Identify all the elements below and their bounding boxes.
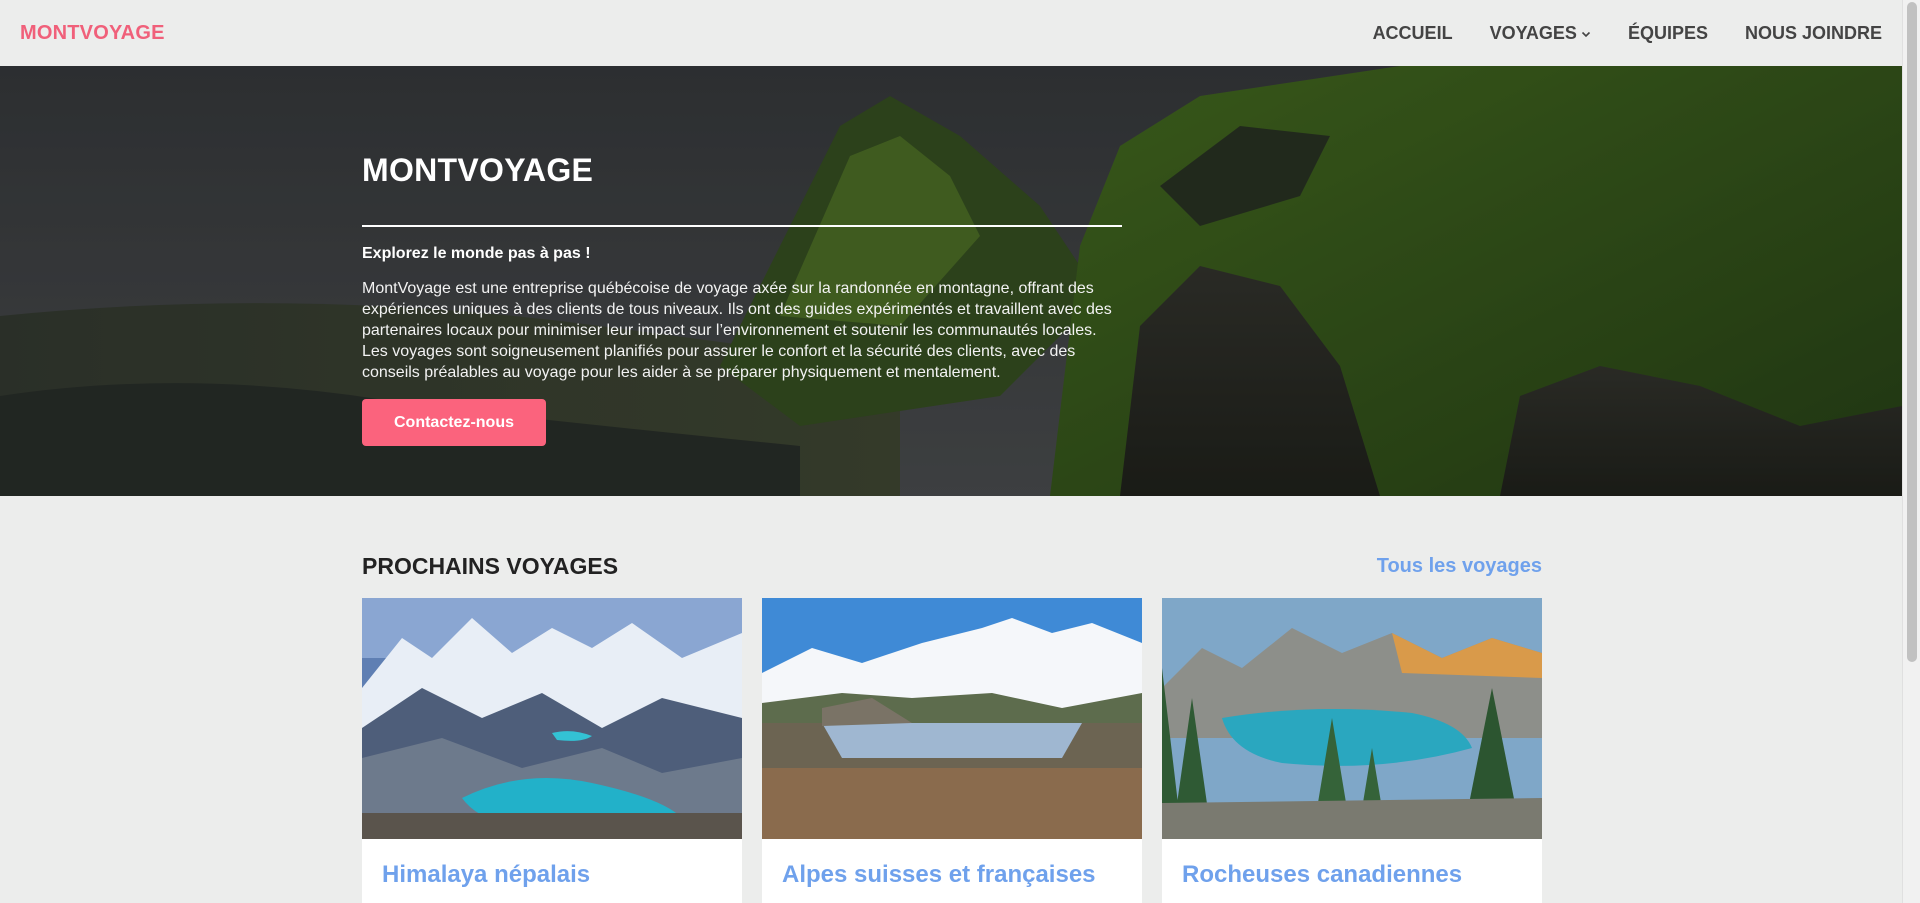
trip-image-alps[interactable] — [762, 598, 1142, 839]
scrollbar-thumb[interactable] — [1907, 2, 1917, 662]
all-trips-link[interactable]: Tous les voyages — [1377, 555, 1542, 578]
hero-description: MontVoyage est une entreprise québécoise… — [362, 280, 1112, 381]
trip-cards: Himalaya népalais Alpes suisses et franç… — [362, 598, 1542, 903]
trip-title[interactable]: Rocheuses canadiennes — [1162, 839, 1542, 903]
hero-banner: MONTVOYAGE Explorez le monde pas à pas !… — [0, 66, 1902, 496]
trip-image-rockies[interactable] — [1162, 598, 1542, 839]
nav-link-label: ACCUEIL — [1372, 22, 1453, 43]
brand-logo-link[interactable]: MONTVOYAGE — [20, 22, 165, 45]
nav-link-label: ÉQUIPES — [1627, 22, 1708, 43]
trip-card[interactable]: Himalaya népalais — [362, 598, 742, 903]
section-title: PROCHAINS VOYAGES — [362, 553, 619, 579]
hero-tagline: Explorez le monde pas à pas ! — [362, 245, 591, 262]
trip-image-himalaya[interactable] — [362, 598, 742, 839]
contact-button[interactable]: Contactez-nous — [362, 399, 546, 446]
hero-title: MONTVOYAGE — [362, 152, 594, 188]
chevron-down-icon — [1581, 31, 1591, 38]
hero-divider — [362, 225, 1122, 227]
trip-title[interactable]: Alpes suisses et françaises — [762, 839, 1142, 903]
trip-title[interactable]: Himalaya népalais — [362, 839, 742, 903]
nav-link-accueil[interactable]: ACCUEIL — [1373, 23, 1453, 44]
trip-card[interactable]: Rocheuses canadiennes — [1162, 598, 1542, 903]
navbar: MONTVOYAGE ACCUEIL VOYAGES ÉQUIPES NOUS … — [0, 0, 1902, 66]
main-nav: ACCUEIL VOYAGES ÉQUIPES NOUS JOINDRE — [1373, 23, 1882, 44]
trip-card[interactable]: Alpes suisses et françaises — [762, 598, 1142, 903]
nav-link-label: NOUS JOINDRE — [1744, 22, 1882, 43]
nav-link-nous-joindre[interactable]: NOUS JOINDRE — [1745, 23, 1882, 44]
nav-link-voyages[interactable]: VOYAGES — [1490, 23, 1591, 44]
upcoming-trips-header: PROCHAINS VOYAGES Tous les voyages — [362, 553, 1542, 580]
page-scrollbar[interactable] — [1902, 0, 1920, 903]
nav-link-equipes[interactable]: ÉQUIPES — [1628, 23, 1708, 44]
nav-link-label: VOYAGES — [1489, 22, 1577, 43]
hero-content: MONTVOYAGE Explorez le monde pas à pas !… — [362, 152, 1122, 446]
